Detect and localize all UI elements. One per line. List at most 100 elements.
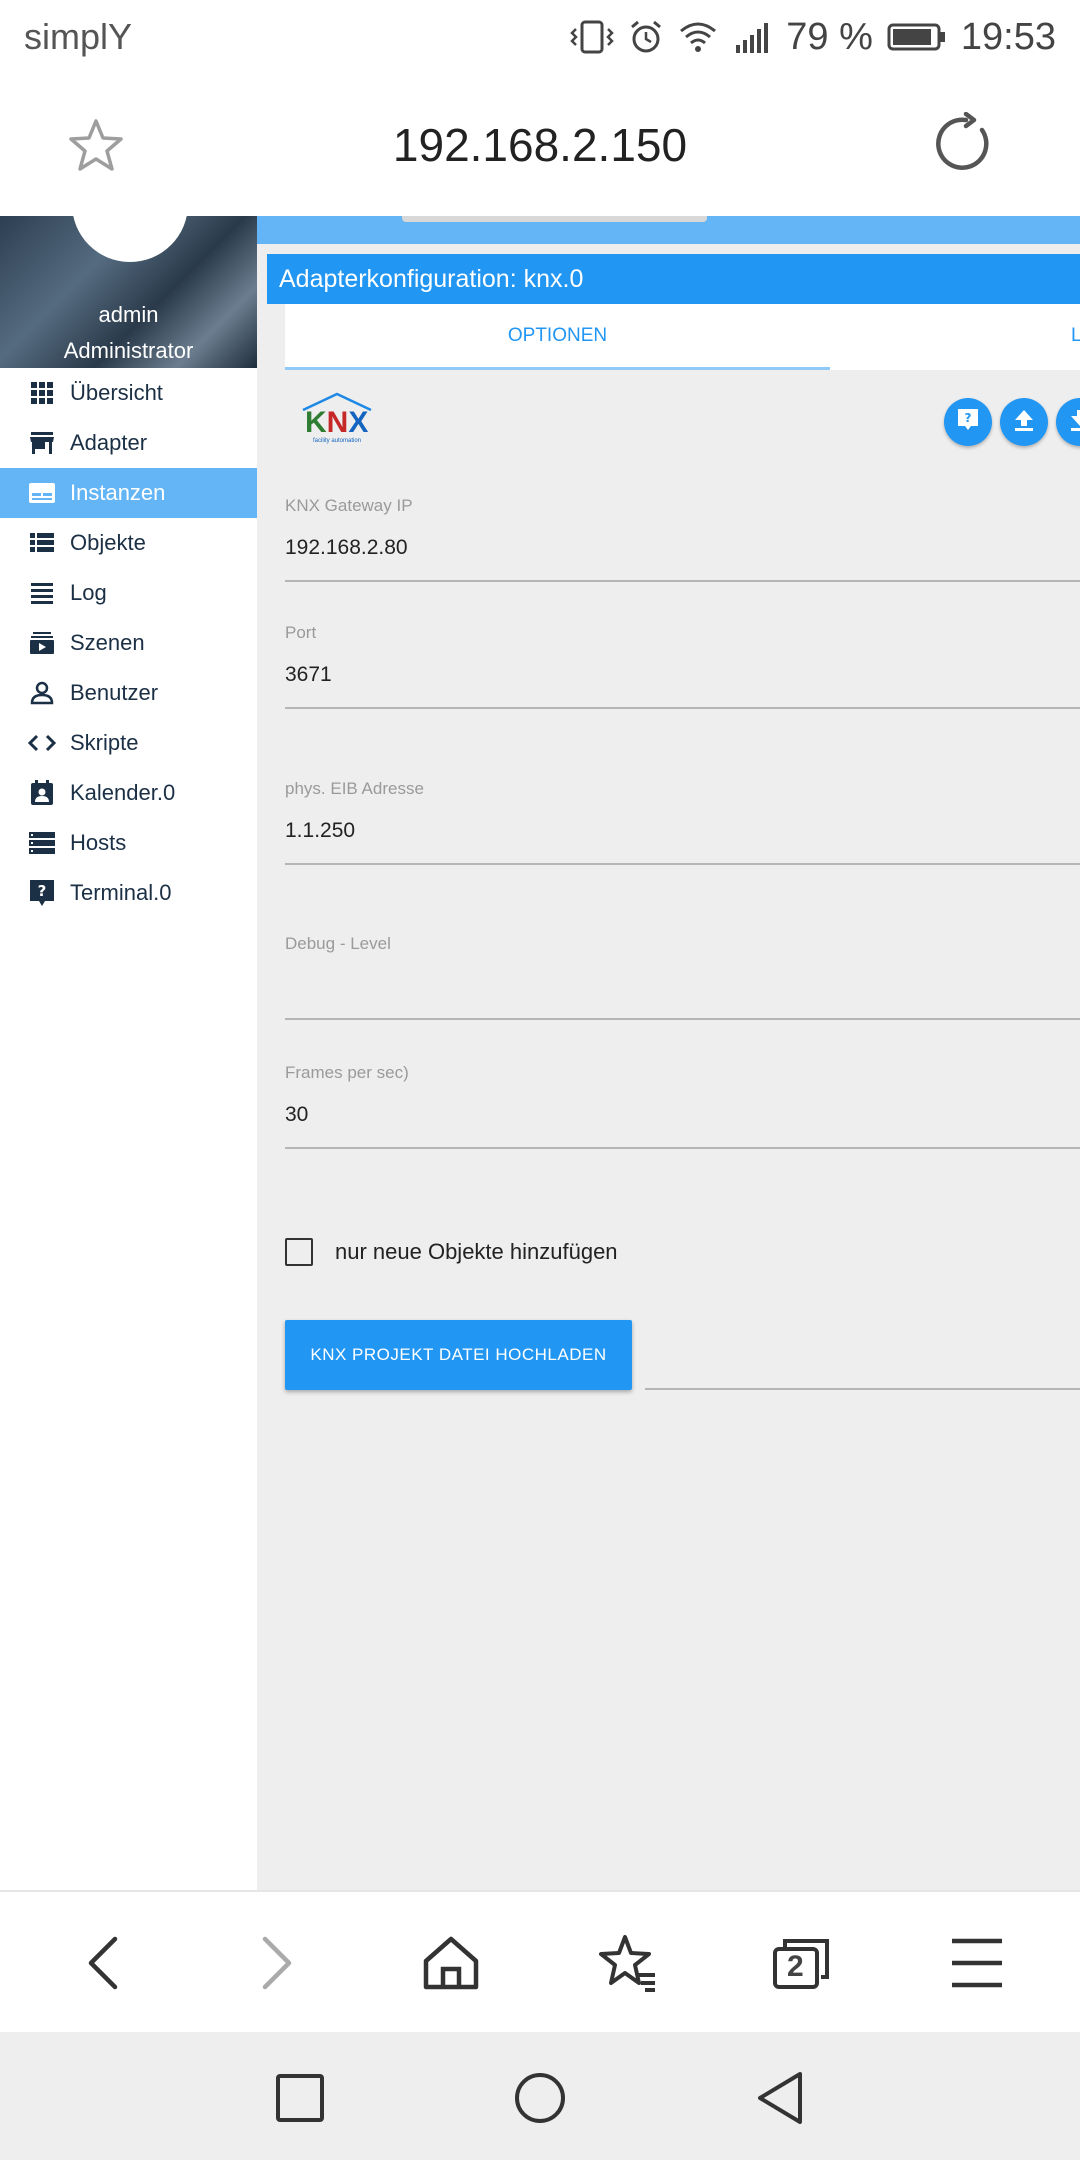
sidebar-item-hosts[interactable]: Hosts	[0, 818, 257, 868]
store-icon	[28, 429, 56, 457]
user-header: admin Administrator	[0, 216, 257, 368]
list-icon	[28, 529, 56, 557]
eib-address-field[interactable]: phys. EIB Adresse 1.1.250	[285, 779, 1080, 865]
tab-optionen[interactable]: OPTIONEN	[285, 304, 830, 370]
sidebar-item-instanzen[interactable]: Instanzen	[0, 468, 257, 518]
field-label: phys. EIB Adresse	[285, 779, 424, 798]
carrier-name: simplY	[24, 16, 133, 57]
url-text[interactable]: 192.168.2.150	[0, 118, 1080, 172]
debug-level-field[interactable]: Debug - Level	[285, 934, 1080, 1020]
home-icon[interactable]	[416, 1928, 486, 1998]
config-actions: ?	[944, 398, 1080, 446]
knx-logo-n: N	[327, 406, 349, 439]
sidebar-item-uebersicht[interactable]: Übersicht	[0, 368, 257, 418]
clock: 19:53	[960, 15, 1056, 58]
knx-logo: KNX facility automation	[297, 388, 377, 453]
sidebar-item-label: Hosts	[70, 830, 127, 855]
config-tabs: OPTIONEN L	[285, 304, 1080, 370]
knx-logo-x: X	[348, 406, 368, 439]
log-icon	[28, 579, 56, 607]
main-content: Adapterkonfiguration: knx.0 OPTIONEN L K…	[257, 216, 1080, 1890]
help-icon: ?	[28, 879, 56, 907]
sidebar-item-label: Objekte	[70, 530, 146, 555]
only-new-objects-checkbox[interactable]	[285, 1238, 313, 1266]
tabs-icon[interactable]: 2	[766, 1928, 836, 1998]
sidebar-item-objekte[interactable]: Objekte	[0, 518, 257, 568]
field-value[interactable]: 1.1.250	[285, 819, 1080, 845]
home-circle-icon[interactable]	[512, 2070, 568, 2126]
user-icon	[28, 679, 56, 707]
status-icons: 79 % 19:53	[570, 14, 1056, 60]
tab-count: 2	[787, 1950, 804, 1983]
sidebar-item-kalender[interactable]: Kalender.0	[0, 768, 257, 818]
forward-icon[interactable]	[242, 1928, 312, 1998]
field-underline	[285, 1147, 1080, 1149]
sidebar-item-szenen[interactable]: Szenen	[0, 618, 257, 668]
sidebar-item-log[interactable]: Log	[0, 568, 257, 618]
back-triangle-icon[interactable]	[752, 2070, 808, 2126]
checkbox-label: nur neue Objekte hinzufügen	[335, 1239, 618, 1264]
tab-second[interactable]: L	[1071, 304, 1080, 370]
field-underline	[285, 707, 1080, 709]
download-config-button[interactable]	[1056, 398, 1080, 446]
calendar-icon	[28, 779, 56, 807]
field-label: Port	[285, 623, 317, 642]
field-underline	[285, 580, 1080, 582]
frames-per-sec-field[interactable]: Frames per sec) 30	[285, 1063, 1080, 1149]
field-value[interactable]: 3671	[285, 663, 1080, 689]
field-value[interactable]: 192.168.2.80	[285, 536, 1080, 562]
field-label: KNX Gateway IP	[285, 496, 413, 515]
upload-config-button[interactable]	[1000, 398, 1048, 446]
code-icon	[28, 729, 56, 757]
field-underline	[285, 1018, 1080, 1020]
sidebar-item-label: Log	[70, 580, 107, 605]
sidebar-item-terminal[interactable]: ? Terminal.0	[0, 868, 257, 918]
gateway-ip-field[interactable]: KNX Gateway IP 192.168.2.80	[285, 496, 1080, 582]
svg-text:facility automation: facility automation	[313, 438, 361, 444]
svg-text:?: ?	[38, 882, 47, 900]
sidebar-item-benutzer[interactable]: Benutzer	[0, 668, 257, 718]
wifi-icon	[678, 19, 718, 55]
scenes-icon	[28, 629, 56, 657]
back-icon[interactable]	[68, 1928, 138, 1998]
signal-icon	[732, 19, 772, 55]
upload-icon	[1013, 408, 1035, 437]
knx-logo-k: K	[305, 406, 327, 439]
sidebar-item-skripte[interactable]: Skripte	[0, 718, 257, 768]
vibrate-icon	[570, 19, 615, 55]
sidebar-item-label: Terminal.0	[70, 880, 172, 905]
user-name: admin	[98, 302, 159, 327]
sidebar-item-label: Szenen	[70, 630, 145, 655]
upload-filename-underline	[645, 1388, 1080, 1390]
field-label: Debug - Level	[285, 934, 391, 953]
bookmarks-icon[interactable]	[592, 1928, 662, 1998]
sidebar-nav: Übersicht Adapter Instanzen Objekte Log …	[0, 368, 257, 918]
sidebar-item-label: Skripte	[70, 730, 139, 755]
alarm-icon	[628, 19, 664, 55]
avatar	[72, 216, 188, 262]
upload-project-button[interactable]: KNX PROJEKT DATEI HOCHLADEN	[285, 1320, 632, 1390]
sidebar-item-label: Benutzer	[70, 680, 159, 705]
header-strip	[257, 216, 1080, 244]
hosts-icon	[28, 829, 56, 857]
menu-icon[interactable]	[942, 1928, 1012, 1998]
sidebar-item-adapter[interactable]: Adapter	[0, 418, 257, 468]
field-value[interactable]	[285, 974, 1080, 1000]
browser-toolbar: 2	[0, 1890, 1080, 2032]
web-page: admin Administrator Übersicht Adapter In…	[0, 216, 1080, 1890]
instances-icon	[28, 479, 56, 507]
port-field[interactable]: Port 3671	[285, 623, 1080, 709]
header-tab-remnant	[402, 216, 707, 222]
sidebar: admin Administrator Übersicht Adapter In…	[0, 216, 257, 1890]
reload-icon[interactable]	[932, 111, 996, 181]
sidebar-item-label: Kalender.0	[70, 780, 176, 805]
recents-icon[interactable]	[272, 2070, 328, 2126]
battery-percent: 79 %	[786, 15, 873, 58]
sidebar-item-label: Adapter	[70, 430, 148, 455]
help-button[interactable]: ?	[944, 398, 992, 446]
help-icon: ?	[957, 408, 979, 437]
browser-url-bar: 192.168.2.150	[0, 74, 1080, 216]
grid-icon	[28, 379, 56, 407]
android-nav-bar	[0, 2032, 1080, 2160]
field-value[interactable]: 30	[285, 1103, 1080, 1129]
